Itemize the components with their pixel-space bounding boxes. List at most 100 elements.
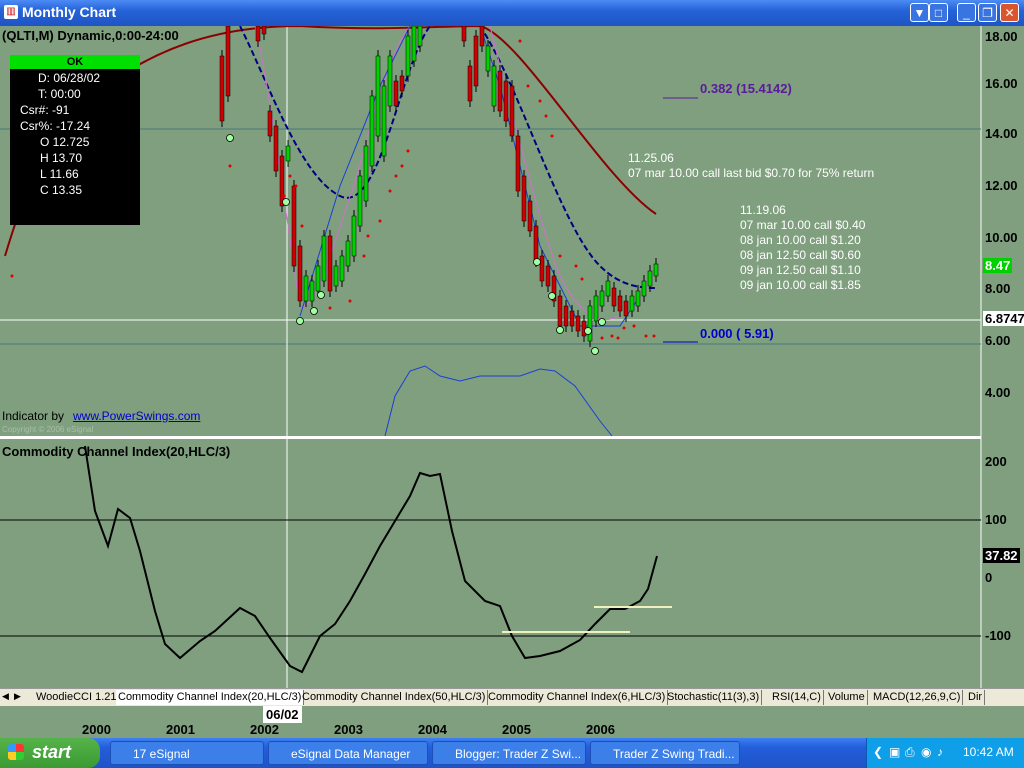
candle-body: [417, 26, 423, 47]
pivot-marker: [533, 258, 541, 266]
cursor-price-badge: 6.8747: [983, 311, 1024, 326]
taskbar-item-data-manager[interactable]: eSignal Data Manager: [268, 741, 428, 765]
candle-body: [605, 280, 611, 297]
cursor-date-badge: 06/02: [263, 706, 302, 723]
price-tick: 8.00: [985, 281, 1011, 296]
tray-expand-icon[interactable]: ❮: [873, 745, 883, 759]
chart-canvas[interactable]: [0, 26, 1024, 688]
tab-woodiecci[interactable]: WoodieCCI 1.21: [34, 690, 120, 705]
tab-stochastic[interactable]: Stochastic(11(3),3): [665, 690, 763, 705]
psar-dot: [526, 84, 530, 88]
candle-body: [527, 200, 533, 232]
candle-body: [297, 245, 303, 302]
psar-dot: [300, 224, 304, 228]
candle-body: [333, 265, 339, 287]
windows-logo-icon: [8, 744, 24, 760]
psar-dot: [288, 174, 292, 178]
tab-cci-20[interactable]: Commodity Channel Index(20,HLC/3): [116, 690, 305, 705]
chart-area[interactable]: (QLTI,M) Dynamic,0:00-24:00 18.00 16.00 …: [0, 26, 1024, 688]
psar-dot: [544, 114, 548, 118]
tab-dir[interactable]: Dir: [966, 690, 986, 705]
minimize-button[interactable]: _: [957, 3, 976, 22]
date-tick: 2001: [166, 722, 195, 737]
system-clock[interactable]: 10:42 AM: [963, 745, 1014, 759]
tab-cci-50[interactable]: Commodity Channel Index(50,HLC/3): [300, 690, 489, 705]
candle-body: [267, 110, 273, 137]
taskbar-item-blogger[interactable]: Blogger: Trader Z Swi...: [432, 741, 586, 765]
date-tick: 2005: [502, 722, 531, 737]
tab-macd[interactable]: MACD(12,26,9,C): [871, 690, 964, 705]
info-row: O 12.725: [40, 135, 90, 149]
psar-dot: [644, 334, 648, 338]
candle-body: [411, 26, 417, 62]
taskbar-item-trader-z[interactable]: Trader Z Swing Tradi...: [590, 741, 740, 765]
psar-dot: [622, 326, 626, 330]
tab-volume[interactable]: Volume: [826, 690, 868, 705]
note-line: 08 jan 12.50 call $0.60: [740, 248, 861, 262]
tab-cci-6[interactable]: Commodity Channel Index(6,HLC/3): [486, 690, 669, 705]
candle-body: [291, 185, 297, 267]
date-tick: 2000: [82, 722, 111, 737]
candle-body: [515, 135, 521, 192]
network-icon[interactable]: ▣: [889, 745, 900, 759]
start-label: start: [32, 742, 72, 762]
candle-body: [557, 295, 563, 327]
close-button[interactable]: ✕: [1000, 3, 1019, 22]
status-badge: OK: [10, 55, 140, 69]
candle-body: [629, 295, 635, 312]
tab-scroll-right-icon[interactable]: ▶: [14, 691, 21, 702]
candle-body: [219, 55, 225, 122]
candle-body: [467, 65, 473, 102]
price-tick: 4.00: [985, 385, 1011, 400]
psar-dot: [400, 164, 404, 168]
tab-scroll-left-icon[interactable]: ◀: [2, 691, 9, 702]
cci-tick: 0: [985, 570, 993, 585]
dropdown-icon[interactable]: ▼: [910, 3, 929, 22]
start-button[interactable]: start: [0, 738, 100, 768]
indicator-by-label: Indicator by: [2, 409, 65, 423]
printer-icon[interactable]: ⎙: [905, 745, 915, 760]
candle-body: [593, 295, 599, 322]
tab-rsi[interactable]: RSI(14,C): [770, 690, 824, 705]
candle-body: [375, 55, 381, 137]
taskbar-item-label: Blogger: Trader Z Swi...: [455, 747, 582, 761]
info-row: H 13.70: [40, 151, 83, 165]
pivot-marker: [584, 327, 592, 335]
psar-dot: [394, 174, 398, 178]
psar-dot: [378, 219, 382, 223]
candle-body: [533, 225, 539, 262]
restore-chart-icon[interactable]: □: [929, 3, 948, 22]
candle-body: [309, 280, 315, 302]
psar-dot: [616, 336, 620, 340]
psar-dot: [406, 149, 410, 153]
candle-body: [381, 85, 387, 157]
pivot-marker: [556, 326, 564, 334]
info-row: L 11.66: [40, 167, 79, 181]
price-tick: 10.00: [985, 230, 1018, 245]
powerswings-link[interactable]: www.PowerSwings.com: [73, 409, 200, 423]
candle-body: [635, 290, 641, 307]
date-tick: 2004: [418, 722, 447, 737]
candle-body: [369, 95, 375, 167]
psar-dot: [362, 254, 366, 258]
cci-tick: 200: [985, 454, 1007, 469]
candle-body: [351, 215, 357, 257]
candle-body: [273, 125, 279, 172]
note-line: 09 jan 12.50 call $1.10: [740, 263, 861, 277]
psar-dot: [328, 306, 332, 310]
ma-dash-line: [239, 26, 657, 289]
panel-divider[interactable]: [0, 436, 981, 439]
window-title: Monthly Chart: [22, 4, 117, 20]
candle-body: [563, 305, 569, 327]
candle-body: [255, 26, 261, 42]
volume-icon[interactable]: ♪: [937, 745, 943, 759]
taskbar-item-esignal[interactable]: 17 eSignal: [110, 741, 264, 765]
taskbar-item-label: eSignal Data Manager: [291, 747, 411, 761]
app-icon[interactable]: ▥: [4, 5, 18, 19]
psar-dot: [366, 234, 370, 238]
note-date-1: 11.25.06: [628, 151, 674, 165]
security-icon[interactable]: ◉: [921, 745, 931, 759]
maximize-button[interactable]: ❐: [978, 3, 997, 22]
title-bar: ▥ Monthly Chart ▼ □ _ ❐ ✕: [0, 0, 1024, 26]
candle-body: [479, 26, 485, 47]
